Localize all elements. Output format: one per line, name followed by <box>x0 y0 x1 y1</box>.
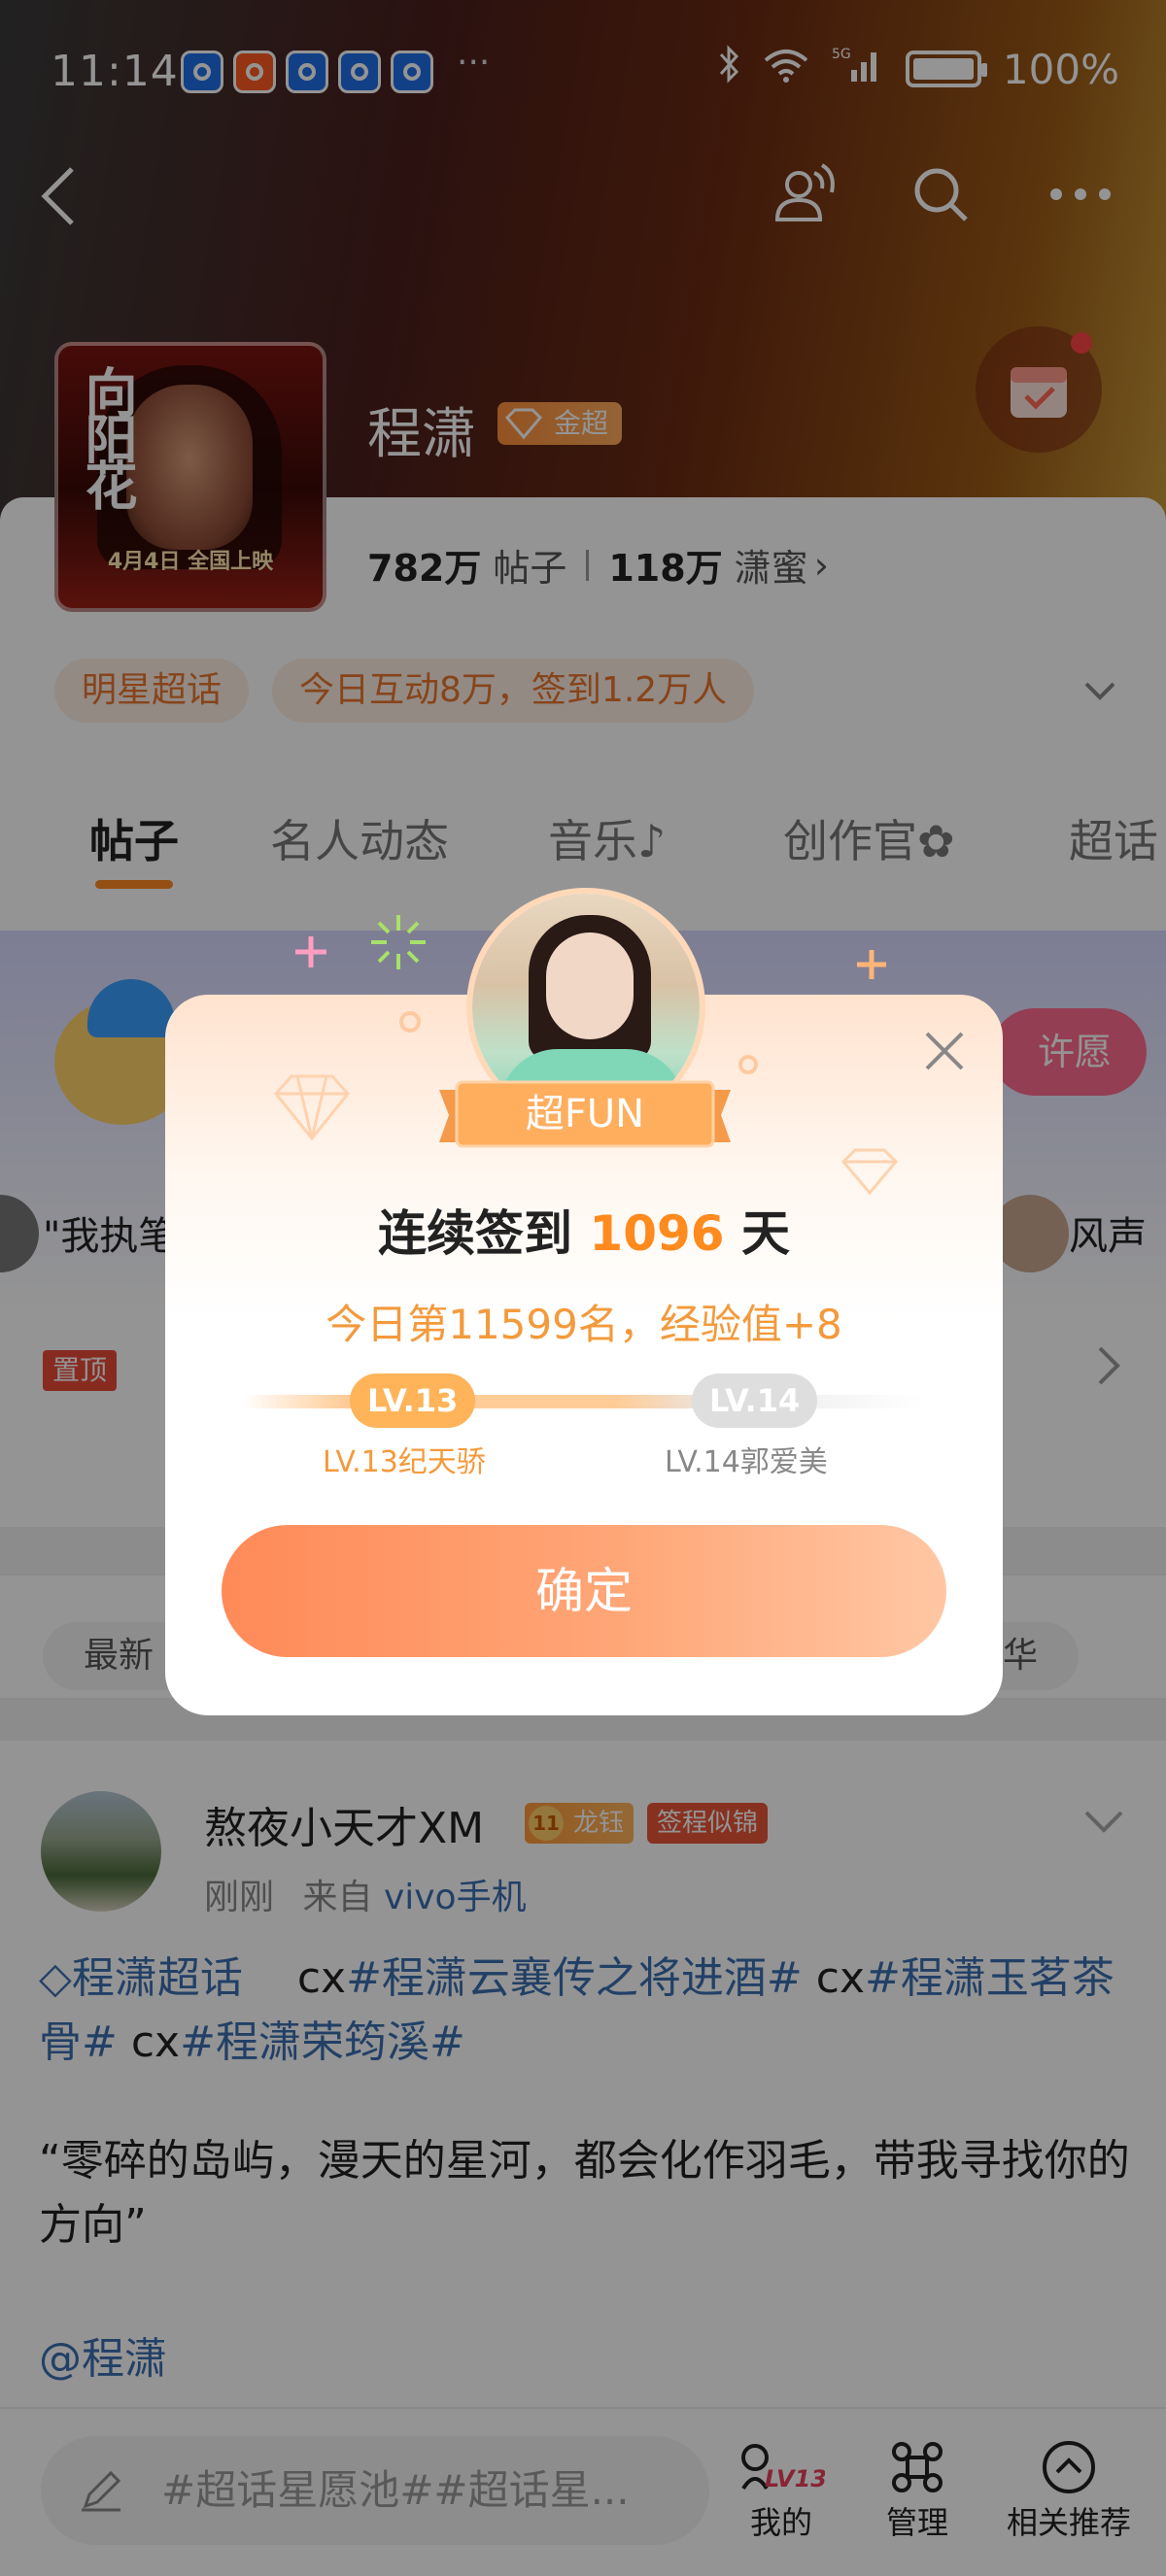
circle-decoration-icon <box>738 1055 758 1074</box>
streak-prefix: 连续签到 <box>377 1205 572 1262</box>
diamond-decoration-icon <box>840 1148 899 1196</box>
diamond-decoration-icon <box>274 1074 350 1141</box>
streak-suffix: 天 <box>741 1205 790 1262</box>
sparkle-icon <box>295 936 326 967</box>
current-level-name: LV.13纪天骄 <box>323 1445 486 1479</box>
next-level-name: LV.14郭爱美 <box>665 1445 828 1479</box>
close-icon[interactable] <box>919 1026 970 1076</box>
sparkle-icon <box>857 950 886 979</box>
streak-days: 1096 <box>589 1205 725 1262</box>
sparkle-icon <box>371 915 426 969</box>
ribbon-label: 超FUN <box>525 1092 645 1136</box>
level-progress-track <box>243 1395 923 1408</box>
rank-subtitle: 今日第11599名，经验值+8 <box>326 1301 842 1348</box>
confirm-button[interactable]: 确定 <box>222 1525 946 1657</box>
current-level-pill: LV.13 <box>350 1373 476 1428</box>
circle-decoration-icon <box>399 1011 421 1033</box>
streak-title: 连续签到 1096 天 <box>165 1195 1003 1265</box>
next-level-pill: LV.14 <box>692 1373 818 1428</box>
